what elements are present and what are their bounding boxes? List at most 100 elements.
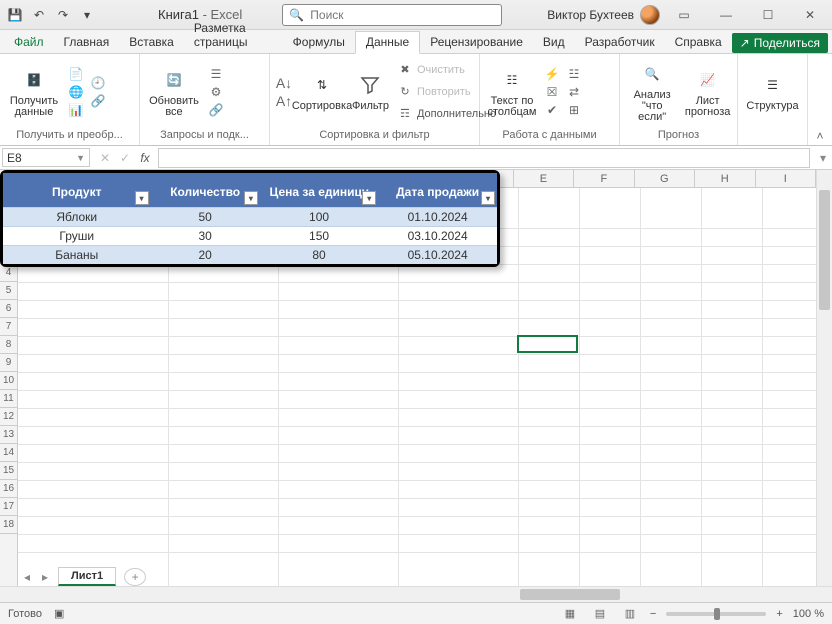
table-header[interactable]: Продукт▾: [3, 173, 151, 208]
share-button[interactable]: ↗ Поделиться: [732, 33, 828, 53]
collapse-ribbon-icon[interactable]: ˄: [812, 129, 828, 143]
filter-dropdown-icon[interactable]: ▾: [135, 191, 149, 205]
row-header[interactable]: 7: [0, 318, 17, 336]
row-header[interactable]: 18: [0, 516, 17, 534]
name-box-dropdown-icon[interactable]: ▼: [76, 153, 85, 163]
from-web-icon[interactable]: 🌐: [68, 84, 84, 100]
remove-dup-icon[interactable]: ☒: [544, 84, 560, 100]
filter-dropdown-icon[interactable]: ▾: [362, 191, 376, 205]
row-header[interactable]: 15: [0, 462, 17, 480]
table-cell[interactable]: 03.10.2024: [378, 227, 497, 246]
zoom-thumb[interactable]: [714, 608, 720, 620]
tab-developer[interactable]: Разработчик: [575, 32, 665, 53]
whatif-button[interactable]: 🔍 Анализ "что если": [626, 58, 678, 126]
row-header[interactable]: 12: [0, 408, 17, 426]
row-header[interactable]: 16: [0, 480, 17, 498]
table-cell[interactable]: 01.10.2024: [378, 208, 497, 227]
redo-icon[interactable]: ↷: [52, 4, 74, 26]
sheet-nav-next-icon[interactable]: ▸: [36, 568, 54, 586]
row-header[interactable]: 13: [0, 426, 17, 444]
save-icon[interactable]: 💾: [4, 4, 26, 26]
filter-button[interactable]: Фильтр: [352, 58, 389, 126]
recent-sources-icon[interactable]: 🕘: [90, 75, 106, 91]
worksheet-grid[interactable]: ABCDEFGHI 123456789101112131415161718 Пр…: [0, 170, 832, 602]
text-to-columns-button[interactable]: ☷ Текст по столбцам: [486, 58, 538, 126]
vertical-scrollbar[interactable]: [816, 170, 832, 586]
expand-formula-bar-icon[interactable]: ▾: [814, 146, 832, 169]
outline-button[interactable]: ☰ Структура: [744, 58, 801, 126]
name-box[interactable]: E8 ▼: [2, 148, 90, 167]
edit-links-icon[interactable]: 🔗: [208, 102, 224, 118]
existing-conn-icon[interactable]: 🔗: [90, 93, 106, 109]
tab-page-layout[interactable]: Разметка страницы: [184, 18, 283, 53]
row-header[interactable]: 10: [0, 372, 17, 390]
maximize-icon[interactable]: ☐: [750, 0, 786, 30]
row-header[interactable]: 5: [0, 282, 17, 300]
fx-icon[interactable]: fx: [136, 149, 154, 167]
column-header[interactable]: I: [756, 170, 816, 187]
user-account[interactable]: Виктор Бухтеев: [547, 5, 660, 25]
sheet-tab[interactable]: Лист1: [58, 567, 116, 586]
table-cell[interactable]: 50: [151, 208, 260, 227]
zoom-slider[interactable]: [666, 612, 766, 616]
zoom-out-icon[interactable]: −: [650, 608, 656, 620]
properties-icon[interactable]: ⚙: [208, 84, 224, 100]
zoom-in-icon[interactable]: +: [776, 608, 782, 620]
table-header[interactable]: Дата продажи▾: [378, 173, 497, 208]
consolidate-icon[interactable]: ☳: [566, 66, 582, 82]
scroll-thumb[interactable]: [520, 589, 620, 600]
queries-icon[interactable]: ☰: [208, 66, 224, 82]
data-table[interactable]: Продукт▾ Количество▾ Цена за единицу▾ Да…: [0, 170, 500, 267]
relationships-icon[interactable]: ⇄: [566, 84, 582, 100]
table-cell[interactable]: Груши: [3, 227, 151, 246]
table-cell[interactable]: 150: [260, 227, 378, 246]
tab-file[interactable]: Файл: [4, 32, 54, 53]
tab-review[interactable]: Рецензирование: [420, 32, 533, 53]
sort-button[interactable]: ⇅ Сортировка: [298, 58, 346, 126]
filter-dropdown-icon[interactable]: ▾: [481, 191, 495, 205]
row-header[interactable]: 9: [0, 354, 17, 372]
get-data-button[interactable]: 🗄️ Получить данные: [6, 58, 62, 126]
column-header[interactable]: E: [514, 170, 574, 187]
close-icon[interactable]: ✕: [792, 0, 828, 30]
table-row[interactable]: Яблоки5010001.10.2024: [3, 208, 497, 227]
view-normal-icon[interactable]: ▦: [560, 606, 580, 622]
tab-formulas[interactable]: Формулы: [283, 32, 355, 53]
column-header[interactable]: H: [695, 170, 755, 187]
search-input[interactable]: 🔍 Поиск: [282, 4, 502, 26]
data-model-icon[interactable]: ⊞: [566, 102, 582, 118]
row-header[interactable]: 8: [0, 336, 17, 354]
table-row[interactable]: Бананы208005.10.2024: [3, 246, 497, 265]
from-table-icon[interactable]: 📊: [68, 102, 84, 118]
add-sheet-icon[interactable]: +: [124, 568, 146, 586]
forecast-sheet-button[interactable]: 📈 Лист прогноза: [684, 58, 731, 126]
zoom-level[interactable]: 100 %: [793, 608, 824, 620]
row-header[interactable]: 6: [0, 300, 17, 318]
view-page-break-icon[interactable]: ▥: [620, 606, 640, 622]
table-cell[interactable]: 30: [151, 227, 260, 246]
minimize-icon[interactable]: —: [708, 0, 744, 30]
sort-desc-icon[interactable]: A↑: [276, 93, 292, 109]
tab-home[interactable]: Главная: [54, 32, 120, 53]
tab-view[interactable]: Вид: [533, 32, 575, 53]
table-cell[interactable]: 05.10.2024: [378, 246, 497, 265]
sort-asc-icon[interactable]: A↓: [276, 75, 292, 91]
tab-data[interactable]: Данные: [355, 31, 420, 54]
table-cell[interactable]: Яблоки: [3, 208, 151, 227]
row-header[interactable]: 14: [0, 444, 17, 462]
horizontal-scrollbar[interactable]: [400, 587, 832, 602]
ribbon-mode-icon[interactable]: ▭: [666, 0, 702, 30]
table-cell[interactable]: 100: [260, 208, 378, 227]
scroll-thumb[interactable]: [819, 190, 830, 310]
table-cell[interactable]: Бананы: [3, 246, 151, 265]
row-header[interactable]: 17: [0, 498, 17, 516]
row-header[interactable]: 11: [0, 390, 17, 408]
column-header[interactable]: F: [574, 170, 634, 187]
table-cell[interactable]: 20: [151, 246, 260, 265]
filter-dropdown-icon[interactable]: ▾: [244, 191, 258, 205]
macro-record-icon[interactable]: ▣: [54, 607, 64, 620]
tab-insert[interactable]: Вставка: [119, 32, 184, 53]
refresh-all-button[interactable]: 🔄 Обновить все: [146, 58, 202, 126]
view-page-layout-icon[interactable]: ▤: [590, 606, 610, 622]
table-cell[interactable]: 80: [260, 246, 378, 265]
